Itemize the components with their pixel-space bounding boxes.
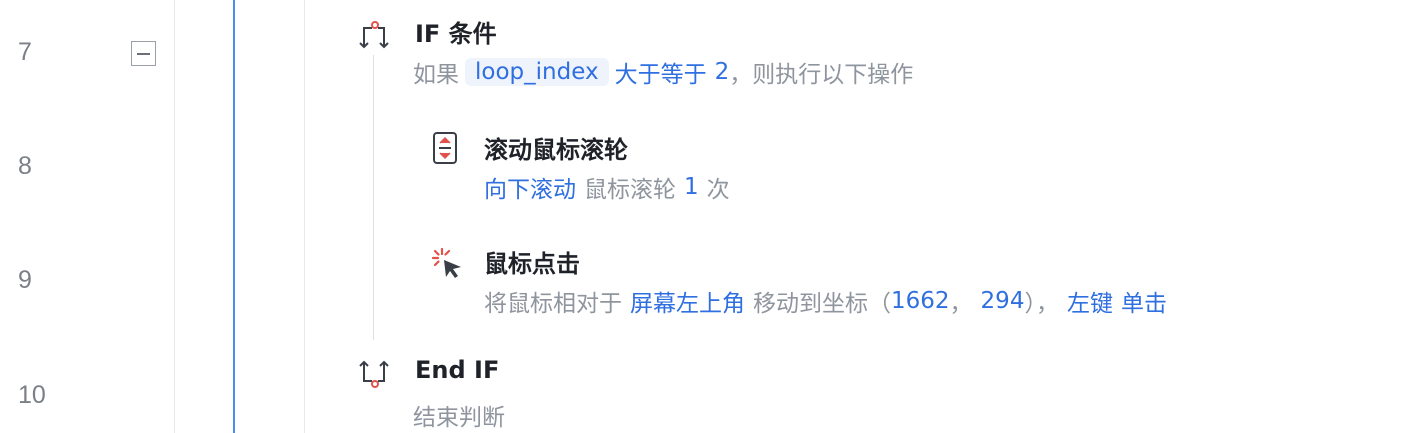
scroll-middle-text: 鼠标滚轮 (584, 177, 676, 203)
click-middle-text: 移动到坐标 (753, 291, 868, 317)
scroll-step-description[interactable]: 向下滚动 鼠标滚轮 1 次 (484, 170, 730, 204)
line-number: 8 (18, 152, 32, 180)
click-close-paren: ）， (1024, 291, 1059, 317)
line-number: 9 (18, 266, 32, 294)
if-operator[interactable]: 大于等于 (615, 55, 707, 89)
click-action[interactable]: 单击 (1121, 284, 1167, 318)
scroll-count[interactable]: 1 (684, 174, 699, 200)
line-number: 7 (18, 38, 32, 66)
click-x-coordinate[interactable]: 1662 (891, 288, 950, 314)
collapse-toggle-button[interactable] (131, 41, 156, 66)
if-suffix-text: 则执行以下操作 (752, 62, 914, 88)
mouse-click-icon (430, 246, 464, 284)
scroll-wheel-icon (432, 131, 458, 169)
if-comma: ， (729, 62, 753, 88)
if-value[interactable]: 2 (715, 59, 730, 85)
if-prefix-text: 如果 (413, 62, 459, 88)
line-number: 10 (18, 381, 46, 409)
if-step-description[interactable]: 如果 loop_index 大于等于 2 ， 则执行以下操作 (413, 55, 913, 89)
scroll-direction[interactable]: 向下滚动 (484, 170, 576, 204)
if-step-title[interactable]: IF 条件 (415, 14, 497, 49)
click-step-description[interactable]: 将鼠标相对于 屏幕左上角 移动到坐标 （ 1662 ， 294 ）， 左键 单击 (484, 284, 1167, 318)
gutter-divider-right (304, 0, 305, 433)
end-if-icon (359, 359, 391, 395)
click-y-coordinate[interactable]: 294 (981, 288, 1025, 314)
scroll-unit-text: 次 (706, 177, 730, 203)
endif-step-title[interactable]: End IF (415, 356, 499, 384)
if-block-guide-line (373, 55, 374, 340)
endif-step-description: 结束判断 (413, 405, 505, 431)
click-open-paren: （ (868, 291, 891, 317)
gutter-divider-left (174, 0, 175, 433)
click-prefix-text: 将鼠标相对于 (484, 291, 622, 317)
click-coordinate-separator: ， (949, 291, 973, 317)
current-block-rail (233, 0, 235, 433)
click-reference[interactable]: 屏幕左上角 (630, 284, 745, 318)
if-branch-icon (359, 20, 391, 54)
click-step-title[interactable]: 鼠标点击 (484, 244, 580, 279)
click-mouse-button[interactable]: 左键 (1067, 284, 1113, 318)
scroll-step-title[interactable]: 滚动鼠标滚轮 (484, 130, 628, 165)
variable-chip[interactable]: loop_index (465, 58, 609, 86)
